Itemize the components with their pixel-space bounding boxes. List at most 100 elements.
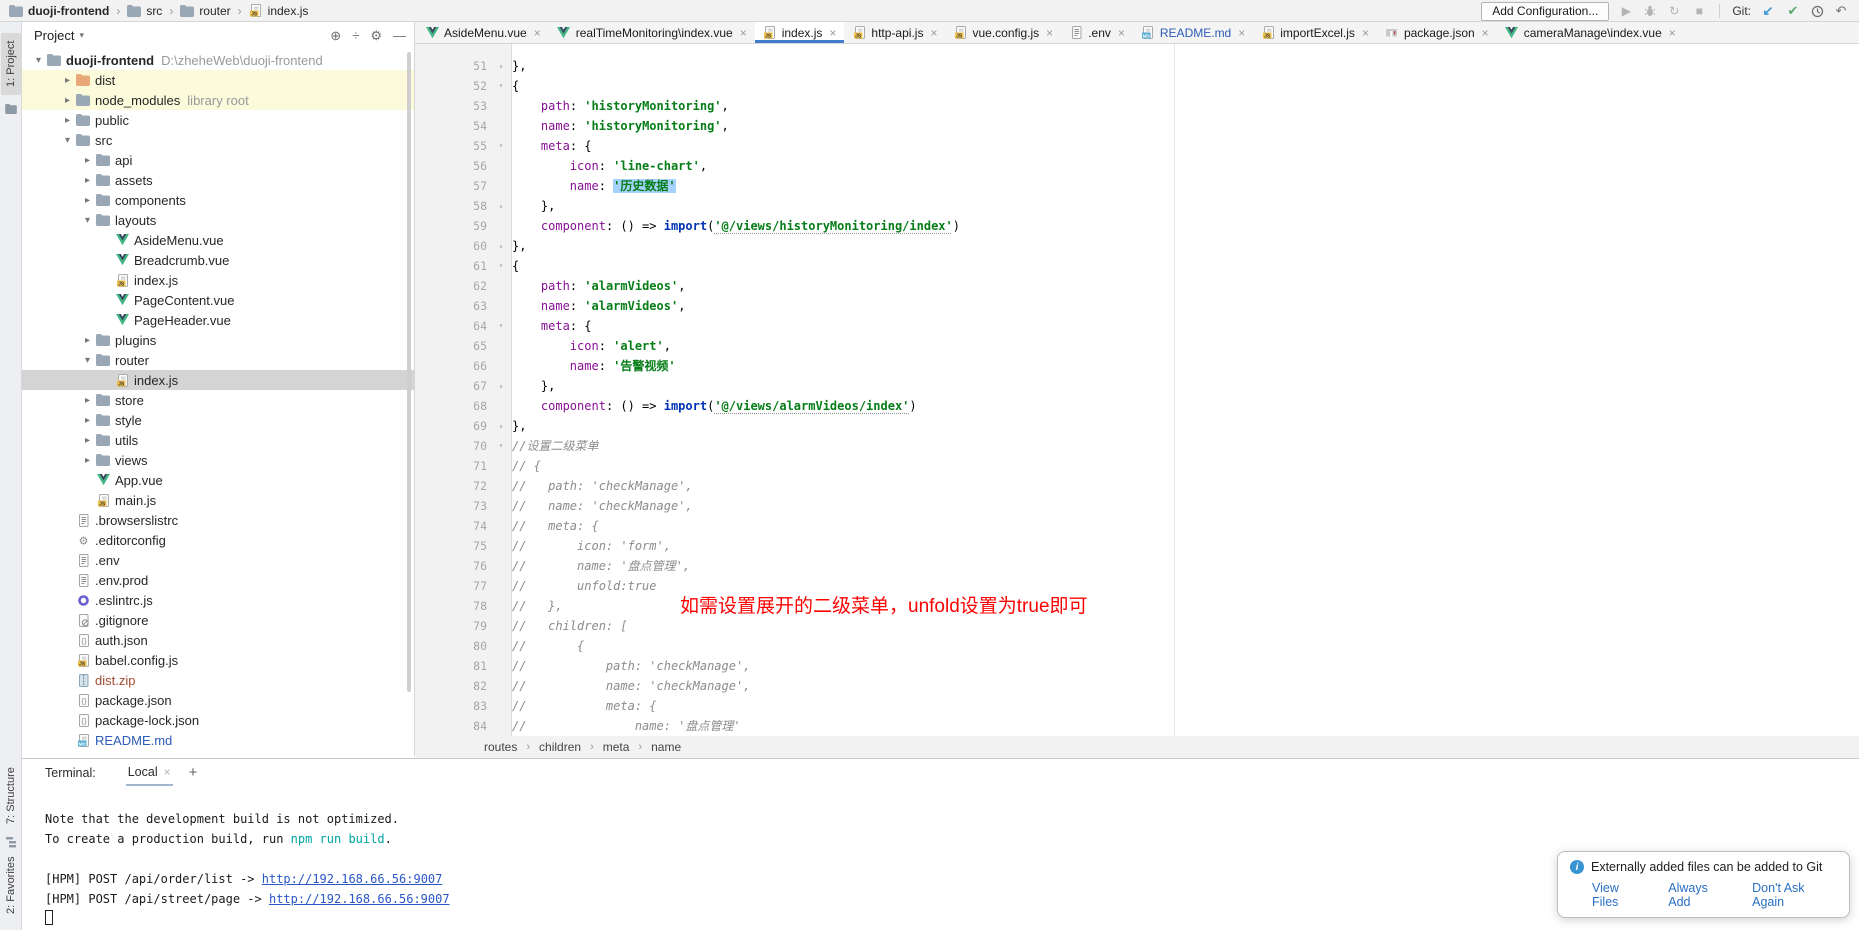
close-icon[interactable]: × — [1238, 26, 1245, 40]
breadcrumb-item[interactable]: children — [539, 740, 581, 754]
debug-icon[interactable] — [1643, 4, 1657, 18]
git-commit-icon[interactable]: ✔ — [1785, 3, 1801, 19]
tree-row[interactable]: ▸utils — [22, 430, 414, 450]
editor-tab[interactable]: realTimeMonitoring\index.vue× — [549, 22, 755, 43]
editor-tab[interactable]: JShttp-api.js× — [844, 22, 945, 43]
tree-row[interactable]: ▸components — [22, 190, 414, 210]
tree-row[interactable]: ▸dist — [22, 70, 414, 90]
fold-icon[interactable]: ▾ — [493, 256, 509, 276]
tree-row[interactable]: ▾src — [22, 130, 414, 150]
tree-row[interactable]: ▸⚙.editorconfig — [22, 530, 414, 550]
favorites-tool-button[interactable]: 2: Favorites — [1, 844, 21, 926]
chevron-icon[interactable]: ▸ — [59, 75, 76, 86]
tree-row[interactable]: ▸.eslintrc.js — [22, 590, 414, 610]
tree-row[interactable]: ▸plugins — [22, 330, 414, 350]
tree-row[interactable]: ▸.env — [22, 550, 414, 570]
notification-action[interactable]: View Files — [1592, 881, 1647, 909]
chevron-icon[interactable]: ▸ — [59, 115, 76, 126]
chevron-icon[interactable]: ▸ — [59, 95, 76, 106]
terminal-tab-local[interactable]: Local × — [126, 759, 173, 786]
editor-tab[interactable]: .env× — [1061, 22, 1133, 43]
tree-row[interactable]: ▾duoji-frontendD:\zheheWeb\duoji-fronten… — [22, 50, 414, 70]
close-icon[interactable]: × — [164, 765, 171, 779]
close-icon[interactable]: × — [829, 26, 836, 40]
chevron-icon[interactable]: ▾ — [79, 355, 96, 366]
tree-scrollbar[interactable] — [407, 52, 411, 692]
terminal-link[interactable]: http://192.168.66.56:9007 — [269, 892, 450, 906]
fold-icon[interactable]: ▾ — [493, 316, 509, 336]
close-icon[interactable]: × — [534, 26, 541, 40]
chevron-icon[interactable]: ▸ — [79, 335, 96, 346]
breadcrumb-item[interactable]: duoji-frontend — [9, 4, 109, 18]
tree-row[interactable]: ▸JSmain.js — [22, 490, 414, 510]
fold-icon[interactable]: ▴ — [493, 196, 509, 216]
close-icon[interactable]: × — [740, 26, 747, 40]
breadcrumb-item[interactable]: meta — [603, 740, 630, 754]
tree-row[interactable]: ▸PageContent.vue — [22, 290, 414, 310]
close-icon[interactable]: × — [1669, 26, 1676, 40]
tree-row[interactable]: ▸.browserslistrc — [22, 510, 414, 530]
chevron-icon[interactable]: ▸ — [79, 175, 96, 186]
code-editor[interactable]: 51▴},52▾{53 path: 'historyMonitoring',54… — [415, 44, 1859, 736]
breadcrumb-item[interactable]: router — [180, 4, 230, 18]
fold-icon[interactable]: ▾ — [493, 136, 509, 156]
project-panel-title[interactable]: Project — [34, 28, 74, 43]
fold-icon[interactable]: ▴ — [493, 236, 509, 256]
hide-panel-icon[interactable]: — — [393, 29, 406, 42]
add-configuration-button[interactable]: Add Configuration... — [1481, 2, 1609, 21]
tree-row[interactable]: ▸{}package.json — [22, 690, 414, 710]
fold-icon[interactable]: ▾ — [493, 76, 509, 96]
tree-row[interactable]: ▸Breadcrumb.vue — [22, 250, 414, 270]
run-icon[interactable]: ▶ — [1618, 4, 1634, 18]
tree-row[interactable]: ▸{}auth.json — [22, 630, 414, 650]
chevron-icon[interactable]: ▸ — [79, 155, 96, 166]
tree-row[interactable]: ▸dist.zip — [22, 670, 414, 690]
close-icon[interactable]: × — [1362, 26, 1369, 40]
breadcrumb-item[interactable]: routes — [484, 740, 517, 754]
fold-icon[interactable]: ▴ — [493, 376, 509, 396]
tree-row[interactable]: ▸JSindex.js — [22, 270, 414, 290]
close-icon[interactable]: × — [1046, 26, 1053, 40]
tree-row[interactable]: ▸views — [22, 450, 414, 470]
git-history-icon[interactable] — [1810, 4, 1824, 18]
locate-file-icon[interactable]: ⊕ — [330, 29, 341, 42]
chevron-icon[interactable]: ▸ — [79, 435, 96, 446]
git-update-icon[interactable]: ↙ — [1760, 3, 1776, 19]
project-folder-icon[interactable] — [4, 102, 18, 116]
breadcrumb-item[interactable]: JSindex.js — [249, 4, 309, 18]
chevron-icon[interactable]: ▾ — [30, 55, 47, 66]
tree-row[interactable]: ▸AsideMenu.vue — [22, 230, 414, 250]
notification-action[interactable]: Don't Ask Again — [1752, 881, 1837, 909]
stop-icon[interactable]: ■ — [1691, 4, 1707, 18]
close-icon[interactable]: × — [930, 26, 937, 40]
editor-tab[interactable]: cameraManage\index.vue× — [1497, 22, 1684, 43]
collapse-all-icon[interactable]: ÷ — [352, 29, 359, 42]
breadcrumb-item[interactable]: src — [127, 4, 162, 18]
tree-row[interactable]: ▾layouts — [22, 210, 414, 230]
tree-row[interactable]: ▸.env.prod — [22, 570, 414, 590]
editor-tab[interactable]: AsideMenu.vue× — [417, 22, 549, 43]
editor-tab[interactable]: JSindex.js× — [755, 22, 845, 43]
chevron-icon[interactable]: ▸ — [79, 395, 96, 406]
project-tool-button[interactable]: 1: Project — [1, 33, 21, 95]
breadcrumb-item[interactable]: name — [651, 740, 681, 754]
editor-tab[interactable]: package.json× — [1377, 22, 1497, 43]
tree-row[interactable]: ▸assets — [22, 170, 414, 190]
tree-row[interactable]: ▸JSbabel.config.js — [22, 650, 414, 670]
tree-row[interactable]: ▸{}package-lock.json — [22, 710, 414, 730]
tree-row[interactable]: ▸.gitignore — [22, 610, 414, 630]
new-terminal-icon[interactable]: + — [189, 764, 198, 781]
tree-row[interactable]: ▸node_moduleslibrary root — [22, 90, 414, 110]
chevron-icon[interactable]: ▸ — [79, 195, 96, 206]
notification-action[interactable]: Always Add — [1668, 881, 1731, 909]
tree-row[interactable]: ▾router — [22, 350, 414, 370]
terminal-output[interactable]: Note that the development build is not o… — [45, 809, 450, 929]
chevron-icon[interactable]: ▸ — [79, 455, 96, 466]
terminal-cursor[interactable] — [45, 910, 53, 925]
gear-icon[interactable]: ⚙ — [370, 29, 382, 42]
fold-icon[interactable]: ▾ — [493, 436, 509, 456]
structure-tool-button[interactable]: 7: Structure — [1, 760, 21, 832]
chevron-down-icon[interactable]: ▾ — [79, 30, 84, 41]
tree-row[interactable]: ▸MDREADME.md — [22, 730, 414, 750]
terminal-link[interactable]: http://192.168.66.56:9007 — [262, 872, 443, 886]
